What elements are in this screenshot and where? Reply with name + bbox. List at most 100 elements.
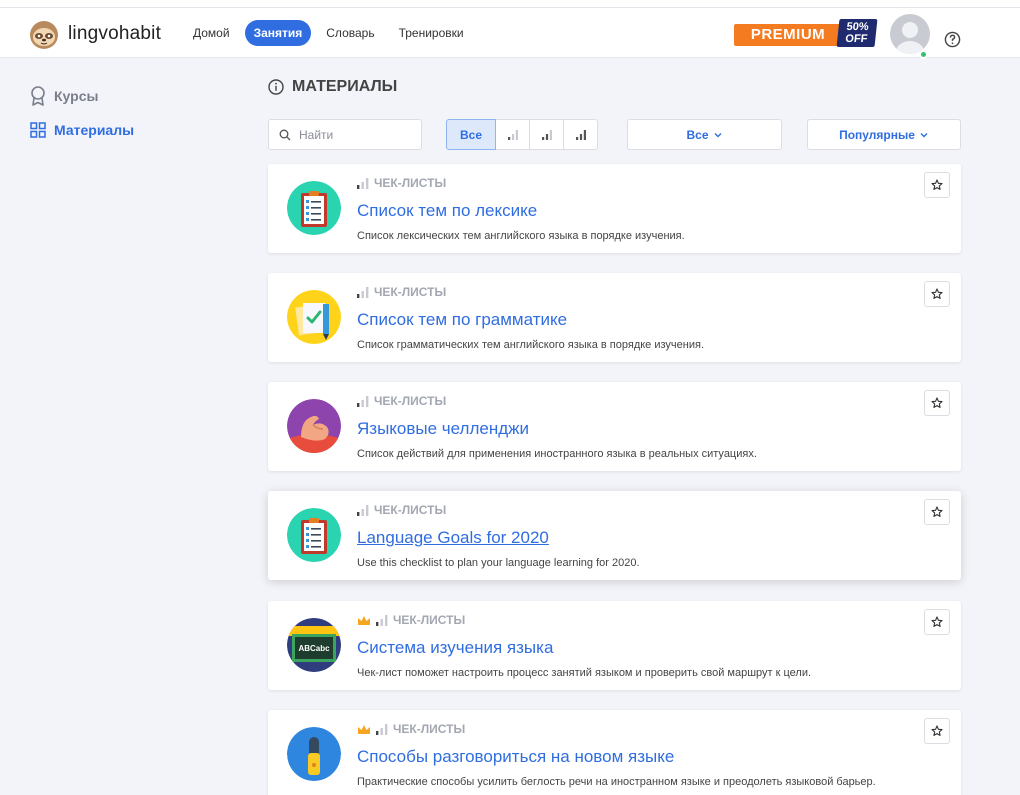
app-name: lingvohabit	[68, 23, 162, 44]
award-icon	[31, 86, 45, 106]
discount-off: OFF	[844, 33, 868, 45]
card-title-link[interactable]: Языковые челленджи	[357, 419, 529, 439]
sidebar-item-courses[interactable]: Курсы	[30, 86, 134, 106]
type-dropdown[interactable]: Все	[627, 119, 782, 150]
card-description: Практические способы усилить беглость ре…	[357, 776, 876, 788]
card-title-link[interactable]: Language Goals for 2020	[357, 528, 549, 548]
star-icon	[931, 397, 943, 408]
premium-label: PREMIUM	[734, 24, 842, 46]
grammar-document-icon	[287, 290, 341, 344]
material-card[interactable]: ЧЕК-ЛИСТЫ Список тем по грамматике Списо…	[268, 273, 961, 362]
search-box[interactable]	[268, 119, 422, 150]
checklist-icon	[287, 181, 341, 235]
favorite-button[interactable]	[924, 172, 950, 198]
sloth-logo-icon	[30, 21, 58, 49]
level-1-icon	[357, 286, 369, 298]
card-category: ЧЕК-ЛИСТЫ	[393, 722, 466, 736]
card-meta: ЧЕК-ЛИСТЫ	[357, 613, 465, 627]
card-description: Чек-лист поможет настроить процесс занят…	[357, 667, 812, 679]
nav-home[interactable]: Домой	[184, 20, 239, 46]
level-1-button[interactable]	[495, 119, 530, 150]
main-nav: Домой Занятия Словарь Тренировки	[184, 20, 479, 46]
card-category: ЧЕК-ЛИСТЫ	[374, 394, 447, 408]
crown-icon	[358, 615, 370, 625]
favorite-button[interactable]	[924, 390, 950, 416]
material-card[interactable]: ЧЕК-ЛИСТЫ Список тем по лексике Список л…	[268, 164, 961, 253]
card-description: Список лексических тем английского языка…	[357, 230, 685, 242]
sidebar: Курсы Материалы	[30, 86, 134, 154]
card-meta: ЧЕК-ЛИСТЫ	[357, 503, 446, 517]
nav-dictionary[interactable]: Словарь	[317, 20, 383, 46]
star-icon	[931, 506, 943, 517]
avatar[interactable]	[890, 14, 930, 54]
premium-banner[interactable]: PREMIUM 50% OFF	[734, 19, 878, 47]
card-description: Список действий для применения иностранн…	[357, 448, 757, 460]
card-title-link[interactable]: Способы разговориться на новом языке	[357, 747, 674, 767]
material-card[interactable]: ЧЕК-ЛИСТЫ Способы разговориться на новом…	[268, 710, 961, 795]
star-icon	[931, 725, 943, 736]
card-title-link[interactable]: Список тем по лексике	[357, 201, 537, 221]
type-dropdown-label: Все	[686, 127, 709, 142]
card-title-link[interactable]: Список тем по грамматике	[357, 310, 567, 330]
material-card[interactable]: ABCabc ЧЕК-ЛИСТЫ Система изучения языка …	[268, 601, 961, 690]
sidebar-item-label: Материалы	[54, 122, 135, 138]
microphone-icon	[287, 727, 341, 781]
nav-lessons[interactable]: Занятия	[244, 20, 312, 46]
checklist-icon	[287, 508, 341, 562]
level-1-icon	[376, 614, 388, 626]
favorite-button[interactable]	[924, 499, 950, 525]
material-card[interactable]: ЧЕК-ЛИСТЫ Языковые челленджи Список дейс…	[268, 382, 961, 471]
page-title: МАТЕРИАЛЫ	[268, 78, 397, 96]
level-1-icon	[357, 504, 369, 516]
nav-trainings[interactable]: Тренировки	[390, 20, 473, 46]
top-header: lingvohabit Домой Занятия Словарь Тренир…	[0, 8, 1020, 59]
card-category: ЧЕК-ЛИСТЫ	[374, 285, 447, 299]
sidebar-item-materials[interactable]: Материалы	[30, 120, 134, 140]
logo[interactable]: lingvohabit	[28, 18, 161, 50]
chevron-down-icon	[920, 132, 928, 137]
info-icon	[268, 79, 284, 95]
discount-percent: 50%	[845, 21, 870, 33]
card-title-link[interactable]: Система изучения языка	[357, 638, 553, 658]
card-category: ЧЕК-ЛИСТЫ	[374, 503, 447, 517]
premium-discount-badge: 50% OFF	[836, 19, 878, 47]
sort-dropdown-label: Популярные	[839, 127, 915, 142]
level-1-icon	[357, 395, 369, 407]
muscle-arm-icon	[287, 399, 341, 453]
favorite-button[interactable]	[924, 609, 950, 635]
help-icon[interactable]	[944, 31, 961, 48]
page-title-text: МАТЕРИАЛЫ	[292, 78, 398, 95]
level-2-button[interactable]	[529, 119, 564, 150]
sort-dropdown[interactable]: Популярные	[807, 119, 961, 150]
level-3-icon	[575, 129, 586, 140]
card-category: ЧЕК-ЛИСТЫ	[393, 613, 466, 627]
online-status-dot	[919, 50, 928, 59]
card-category: ЧЕК-ЛИСТЫ	[374, 176, 447, 190]
level-3-button[interactable]	[563, 119, 598, 150]
favorite-button[interactable]	[924, 718, 950, 744]
card-description: Список грамматических тем английского яз…	[357, 339, 704, 351]
card-meta: ЧЕК-ЛИСТЫ	[357, 176, 446, 190]
chevron-down-icon	[714, 132, 721, 137]
chalkboard-abc-icon: ABCabc	[287, 618, 341, 672]
search-input[interactable]	[299, 127, 409, 142]
star-icon	[931, 288, 943, 299]
card-meta: ЧЕК-ЛИСТЫ	[357, 394, 446, 408]
level-1-icon	[357, 177, 369, 189]
sidebar-item-label: Курсы	[54, 88, 99, 104]
level-all-button[interactable]: Все	[446, 119, 496, 150]
favorite-button[interactable]	[924, 281, 950, 307]
material-card[interactable]: ЧЕК-ЛИСТЫ Language Goals for 2020 Use th…	[268, 491, 961, 580]
card-meta: ЧЕК-ЛИСТЫ	[357, 722, 465, 736]
search-icon	[279, 129, 291, 140]
level-filter: Все	[446, 119, 598, 150]
level-2-icon	[541, 129, 552, 140]
card-meta: ЧЕК-ЛИСТЫ	[357, 285, 446, 299]
user-silhouette-icon	[896, 22, 924, 54]
card-description: Use this checklist to plan your language…	[357, 557, 640, 569]
chalkboard-text: ABCabc	[298, 644, 330, 653]
level-1-icon	[507, 129, 518, 140]
star-icon	[931, 179, 943, 190]
star-icon	[931, 616, 943, 627]
level-1-icon	[376, 723, 388, 735]
